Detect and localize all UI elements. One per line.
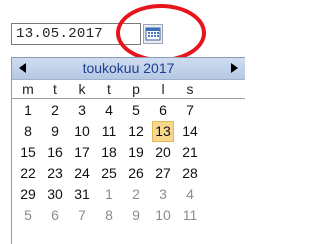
day-cell[interactable]: 30: [44, 184, 66, 205]
weekday-label: l: [161, 81, 165, 97]
day-cell[interactable]: 24: [71, 163, 93, 184]
day-cell[interactable]: 2: [44, 100, 66, 121]
day-cell[interactable]: 18: [98, 142, 120, 163]
weekday-label: t: [53, 81, 57, 97]
day-cell[interactable]: 17: [71, 142, 93, 163]
day-cell-selected[interactable]: 13: [152, 121, 174, 142]
calendar-button[interactable]: [143, 24, 163, 44]
day-cell[interactable]: 16: [44, 142, 66, 163]
weekday-label: k: [78, 81, 86, 97]
day-cell[interactable]: 9: [125, 205, 147, 226]
day-cell[interactable]: 11: [179, 205, 201, 226]
calendar-header: toukokuu 2017: [12, 58, 245, 80]
arrow-right-icon: [231, 63, 238, 73]
arrow-left-icon: [19, 63, 26, 73]
day-cell[interactable]: 6: [44, 205, 66, 226]
prev-month-button[interactable]: [15, 60, 31, 76]
day-cell[interactable]: 1: [98, 184, 120, 205]
day-cell[interactable]: 2: [125, 184, 147, 205]
weekday-label: m: [22, 81, 34, 97]
day-cell[interactable]: 8: [98, 205, 120, 226]
day-cell[interactable]: 15: [17, 142, 39, 163]
day-cell[interactable]: 25: [98, 163, 120, 184]
weekday-label: s: [186, 81, 194, 97]
weekday-label: t: [107, 81, 111, 97]
day-cell[interactable]: 12: [125, 121, 147, 142]
day-cell[interactable]: 8: [17, 121, 39, 142]
day-cell[interactable]: 20: [152, 142, 174, 163]
date-picker-popup: toukokuu 2017 mtktpls 1 2 3 4 5 6 7 8 9 10 11 12 13 1…: [11, 57, 245, 244]
day-cell[interactable]: 29: [17, 184, 39, 205]
day-cell[interactable]: 31: [71, 184, 93, 205]
day-cell[interactable]: 1: [17, 100, 39, 121]
day-cell[interactable]: 6: [152, 100, 174, 121]
month-title[interactable]: toukokuu 2017: [32, 60, 225, 76]
day-cell[interactable]: 3: [71, 100, 93, 121]
day-cell[interactable]: 14: [179, 121, 201, 142]
day-cell[interactable]: 28: [179, 163, 201, 184]
day-cell[interactable]: 5: [125, 100, 147, 121]
day-cell[interactable]: 11: [98, 121, 120, 142]
day-cell[interactable]: 10: [152, 205, 174, 226]
day-cell[interactable]: 22: [17, 163, 39, 184]
calendar-icon: [145, 27, 161, 41]
day-cell[interactable]: 7: [71, 205, 93, 226]
day-cell[interactable]: 21: [179, 142, 201, 163]
day-cell[interactable]: 3: [152, 184, 174, 205]
day-cell[interactable]: 10: [71, 121, 93, 142]
day-cell[interactable]: 5: [17, 205, 39, 226]
day-cell[interactable]: 26: [125, 163, 147, 184]
day-cell[interactable]: 4: [179, 184, 201, 205]
day-cell[interactable]: 4: [98, 100, 120, 121]
date-input[interactable]: 13.05.2017: [11, 23, 141, 45]
day-cell[interactable]: 9: [44, 121, 66, 142]
day-cell[interactable]: 23: [44, 163, 66, 184]
next-month-button[interactable]: [226, 60, 242, 76]
weekday-header: mtktpls: [12, 80, 245, 99]
day-cell[interactable]: 27: [152, 163, 174, 184]
day-cell[interactable]: 7: [179, 100, 201, 121]
day-cell[interactable]: 19: [125, 142, 147, 163]
weekday-label: p: [132, 81, 140, 97]
